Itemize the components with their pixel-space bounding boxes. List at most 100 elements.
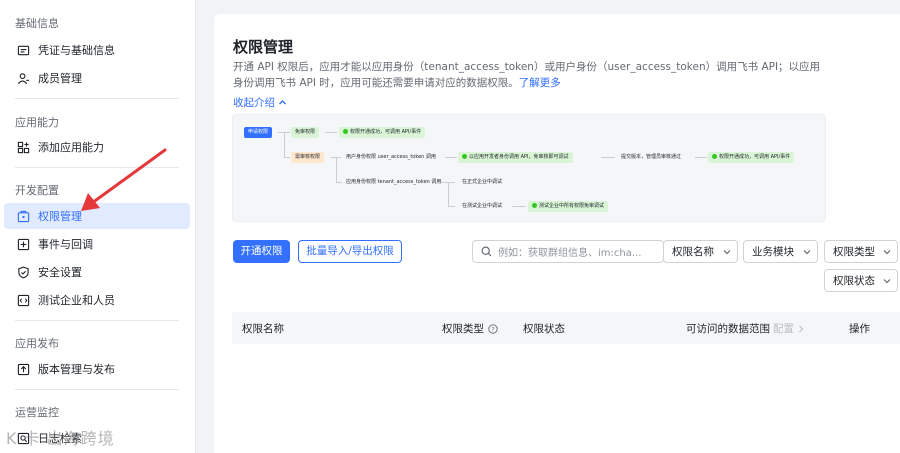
sidebar-item-credentials[interactable]: 凭证与基础信息 — [4, 37, 190, 63]
flow-connector — [448, 206, 455, 207]
help-icon[interactable]: ? — [488, 323, 498, 334]
sidebar-item-permissions[interactable]: 权限管理 — [4, 203, 190, 229]
filter-label: 权限名称 — [672, 246, 714, 258]
section-title-release: 应用发布 — [15, 337, 59, 350]
event-icon — [16, 237, 30, 251]
flow-user-identity: 用户身份权限 user_access_token 调用 — [346, 154, 436, 160]
sidebar-item-label: 版本管理与发布 — [38, 363, 115, 376]
flow-label: 权限开通成功，可调用 API/事件 — [719, 154, 791, 160]
column-label: 权限类型 — [442, 323, 484, 335]
flow-connector — [325, 132, 337, 133]
flow-apply: 申请权限 — [244, 127, 273, 138]
success-dot-icon — [532, 203, 537, 208]
flow-no-review: 免审权限 — [291, 127, 320, 138]
flow-test-debug: 在测试企业中调试 — [462, 203, 503, 209]
sidebar: 基础信息 凭证与基础信息 成员管理 应用能力 添加应用能力 开发配置 权限管理 … — [0, 0, 196, 453]
flow-final-result: 权限开通成功，可调用 API/事件 — [708, 152, 795, 163]
success-dot-icon — [462, 154, 467, 159]
divider — [15, 167, 179, 168]
sidebar-item-versions[interactable]: 版本管理与发布 — [4, 356, 190, 382]
sidebar-item-label: 添加应用能力 — [38, 141, 104, 154]
enable-permission-button[interactable]: 开通权限 — [233, 240, 290, 263]
chevron-down-icon — [723, 249, 731, 254]
search-input[interactable]: 例如：获取群组信息、im:cha... — [472, 240, 664, 263]
chevron-right-icon — [799, 325, 804, 332]
success-dot-icon — [343, 129, 348, 134]
divider — [15, 389, 179, 390]
sidebar-item-label: 安全设置 — [38, 266, 82, 279]
flow-connector — [695, 157, 707, 158]
flow-submit-version: 提交版本，管理员审核通过 — [621, 154, 682, 160]
flow-connector — [512, 206, 526, 207]
add-capability-icon — [16, 140, 30, 154]
divider — [15, 98, 179, 99]
filter-permission-name[interactable]: 权限名称 — [663, 240, 738, 263]
sidebar-item-test-enterprise[interactable]: 测试企业和人员 — [4, 287, 190, 313]
column-permission-name: 权限名称 — [242, 323, 284, 335]
flow-test-result: 测试企业中所有权限免审调试 — [528, 201, 609, 212]
column-label: 可访问的数据范围 — [686, 323, 770, 335]
sidebar-item-label: 权限管理 — [38, 210, 82, 223]
collapse-label: 收起介绍 — [233, 97, 275, 109]
filter-label: 权限状态 — [833, 275, 875, 287]
flow-no-review-result: 权限开通成功，可调用 API/事件 — [339, 127, 426, 138]
filter-permission-status[interactable]: 权限状态 — [824, 269, 898, 292]
permission-icon — [16, 209, 30, 223]
flow-app-identity: 应用身份权限 tenant_access_token 调用 — [346, 179, 442, 185]
sidebar-item-security[interactable]: 安全设置 — [4, 259, 190, 285]
page-description: 开通 API 权限后，应用才能以应用身份（tenant_access_token… — [233, 59, 828, 91]
sidebar-item-label: 测试企业和人员 — [38, 294, 115, 307]
filter-label: 权限类型 — [833, 246, 875, 258]
column-actions: 操作 — [849, 323, 870, 335]
member-icon — [16, 71, 30, 85]
code-icon — [16, 293, 30, 307]
sidebar-item-label: 凭证与基础信息 — [38, 44, 115, 57]
chevron-down-icon — [883, 249, 891, 254]
section-title-dev: 开发配置 — [15, 184, 59, 197]
chevron-down-icon — [883, 278, 891, 283]
search-placeholder: 例如：获取群组信息、im:cha... — [498, 248, 642, 259]
main-panel: 权限管理 开通 API 权限后，应用才能以应用身份（tenant_access_… — [214, 14, 900, 453]
flow-user-identity-result: 以应用开发者身份调用 API，免审核即可调试 — [458, 152, 573, 163]
flow-connector — [284, 132, 285, 157]
sidebar-item-label: 成员管理 — [38, 72, 82, 85]
permission-flow-diagram: 申请权限 免审权限 权限开通成功，可调用 API/事件 需审核权限 用户身份权限… — [232, 114, 826, 222]
flow-need-review: 需审核权限 — [291, 152, 325, 163]
svg-text:?: ? — [491, 325, 494, 333]
filter-label: 业务模块 — [752, 246, 794, 258]
data-scope-config-link[interactable]: 配置 — [773, 321, 794, 336]
collapse-intro-button[interactable]: 收起介绍 — [233, 95, 287, 110]
success-dot-icon — [712, 154, 717, 159]
flow-connector — [284, 157, 290, 158]
column-permission-status: 权限状态 — [523, 323, 565, 335]
search-icon — [481, 246, 492, 257]
chevron-down-icon — [803, 249, 811, 254]
sidebar-item-members[interactable]: 成员管理 — [4, 65, 190, 91]
sidebar-item-events[interactable]: 事件与回调 — [4, 231, 190, 257]
filter-permission-type[interactable]: 权限类型 — [824, 240, 898, 263]
page-title: 权限管理 — [233, 38, 294, 56]
shield-icon — [16, 265, 30, 279]
batch-import-export-button[interactable]: 批量导入/导出权限 — [298, 240, 402, 263]
section-title-monitor: 运营监控 — [15, 406, 59, 419]
flow-label: 测试企业中所有权限免审调试 — [539, 203, 605, 209]
flow-formal-debug: 在正式企业中调试 — [462, 179, 503, 185]
watermark: K 卡 出海跨境 — [6, 429, 115, 448]
flow-connector — [336, 157, 337, 182]
section-title-basic: 基础信息 — [15, 17, 59, 30]
upload-icon — [16, 362, 30, 376]
flow-connector — [601, 157, 615, 158]
learn-more-link[interactable]: 了解更多 — [519, 77, 561, 89]
flow-label: 以应用开发者身份调用 API，免审核即可调试 — [469, 154, 569, 160]
divider — [15, 320, 179, 321]
sidebar-item-label: 事件与回调 — [38, 238, 93, 251]
section-title-capability: 应用能力 — [15, 116, 59, 129]
chevron-up-icon — [279, 100, 286, 105]
flow-connector — [445, 157, 457, 158]
filter-business-module[interactable]: 业务模块 — [743, 240, 818, 263]
credential-icon — [16, 43, 30, 57]
sidebar-item-add-capability[interactable]: 添加应用能力 — [4, 134, 190, 160]
column-data-scope: 可访问的数据范围 配置 — [686, 321, 805, 336]
column-permission-type: 权限类型 ? — [442, 321, 498, 336]
flow-connector — [448, 182, 449, 206]
